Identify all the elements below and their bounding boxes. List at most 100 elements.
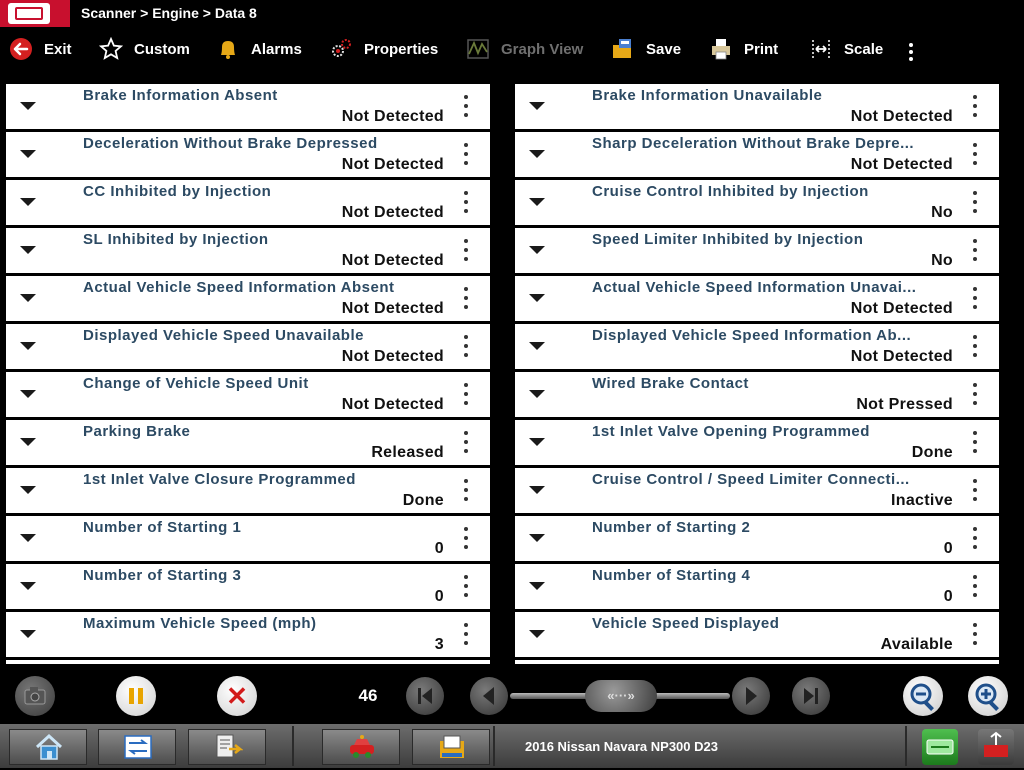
row-menu-icon[interactable]	[971, 575, 979, 601]
data-row-parking-brake[interactable]: Parking Brake Released	[6, 420, 490, 465]
data-row-vehicle-speed-displayed[interactable]: Vehicle Speed Displayed Available	[515, 612, 999, 657]
stop-button[interactable]: ✕	[217, 676, 257, 716]
expand-chevron-icon[interactable]	[529, 102, 545, 110]
row-menu-icon[interactable]	[462, 527, 470, 553]
row-menu-icon[interactable]	[971, 479, 979, 505]
zoom-in-button[interactable]	[968, 676, 1008, 716]
row-menu-icon[interactable]	[971, 287, 979, 313]
expand-chevron-icon[interactable]	[20, 198, 36, 206]
row-menu-icon[interactable]	[971, 383, 979, 409]
data-row-actual-speed-absent[interactable]: Actual Vehicle Speed Information Absent N…	[6, 276, 490, 321]
data-row-actual-speed-unavailable[interactable]: Actual Vehicle Speed Information Unavai.…	[515, 276, 999, 321]
expand-chevron-icon[interactable]	[20, 582, 36, 590]
camera-button[interactable]	[15, 676, 55, 716]
data-row-inlet-valve-closure[interactable]: 1st Inlet Valve Closure Programmed Done	[6, 468, 490, 513]
report-button[interactable]	[412, 729, 490, 765]
more-options-icon[interactable]	[902, 40, 920, 66]
data-row-change-speed-unit[interactable]: Change of Vehicle Speed Unit Not Detected	[6, 372, 490, 417]
data-row-displayed-speed-absent[interactable]: Displayed Vehicle Speed Information Ab..…	[515, 324, 999, 369]
row-menu-icon[interactable]	[971, 143, 979, 169]
vci-connection-button[interactable]	[922, 729, 958, 765]
row-menu-icon[interactable]	[462, 143, 470, 169]
data-row-number-starting-2[interactable]: Number of Starting 2 0	[515, 516, 999, 561]
zoom-out-button[interactable]	[903, 676, 943, 716]
row-menu-icon[interactable]	[971, 431, 979, 457]
data-row-brake-information-absent[interactable]: Brake Information Absent Not Detected	[6, 84, 490, 129]
graph-view-button[interactable]: Graph View	[465, 28, 583, 70]
save-button[interactable]: Save	[610, 28, 681, 70]
previous-frame-button[interactable]	[470, 677, 508, 715]
data-row-brake-information-unavailable[interactable]: Brake Information Unavailable Not Detecte…	[515, 84, 999, 129]
row-menu-icon[interactable]	[462, 287, 470, 313]
print-button[interactable]: Print	[708, 28, 778, 70]
graph-view-label: Graph View	[501, 40, 584, 58]
expand-chevron-icon[interactable]	[20, 150, 36, 158]
expand-chevron-icon[interactable]	[529, 630, 545, 638]
row-menu-icon[interactable]	[971, 527, 979, 553]
scale-button[interactable]: Scale	[808, 28, 883, 70]
pause-button[interactable]	[116, 676, 156, 716]
switch-view-button[interactable]	[98, 729, 176, 765]
home-button[interactable]	[9, 729, 87, 765]
data-list-button[interactable]	[188, 729, 266, 765]
data-row-displayed-speed-unavailable[interactable]: Displayed Vehicle Speed Unavailable Not D…	[6, 324, 490, 369]
expand-chevron-icon[interactable]	[20, 534, 36, 542]
expand-chevron-icon[interactable]	[20, 294, 36, 302]
app-logo[interactable]	[0, 0, 70, 27]
expand-chevron-icon[interactable]	[529, 198, 545, 206]
data-row-cc-sl-connection[interactable]: Cruise Control / Speed Limiter Connecti.…	[515, 468, 999, 513]
expand-chevron-icon[interactable]	[529, 294, 545, 302]
data-row-deceleration-without-brake[interactable]: Deceleration Without Brake Depressed Not …	[6, 132, 490, 177]
row-menu-icon[interactable]	[462, 239, 470, 265]
first-frame-button[interactable]	[406, 677, 444, 715]
data-row-number-starting-4[interactable]: Number of Starting 4 0	[515, 564, 999, 609]
data-row-inlet-valve-opening[interactable]: 1st Inlet Valve Opening Programmed Done	[515, 420, 999, 465]
expand-chevron-icon[interactable]	[529, 246, 545, 254]
expand-chevron-icon[interactable]	[20, 486, 36, 494]
row-menu-icon[interactable]	[462, 431, 470, 457]
data-row-wired-brake-contact[interactable]: Wired Brake Contact Not Pressed	[515, 372, 999, 417]
vehicle-button[interactable]	[322, 729, 400, 765]
data-row-speed-limiter-inhibited[interactable]: Speed Limiter Inhibited by Injection No	[515, 228, 999, 273]
data-row-sl-inhibited[interactable]: SL Inhibited by Injection Not Detected	[6, 228, 490, 273]
row-menu-icon[interactable]	[971, 623, 979, 649]
row-menu-icon[interactable]	[971, 335, 979, 361]
row-menu-icon[interactable]	[462, 623, 470, 649]
data-row-max-vehicle-speed[interactable]: Maximum Vehicle Speed (mph) 3	[6, 612, 490, 657]
usb-device-button[interactable]	[978, 729, 1014, 765]
expand-chevron-icon[interactable]	[529, 534, 545, 542]
row-menu-icon[interactable]	[462, 383, 470, 409]
data-row-number-starting-1[interactable]: Number of Starting 1 0	[6, 516, 490, 561]
last-frame-button[interactable]	[792, 677, 830, 715]
alarms-button[interactable]: Alarms	[215, 28, 302, 70]
expand-chevron-icon[interactable]	[529, 390, 545, 398]
expand-chevron-icon[interactable]	[20, 438, 36, 446]
row-menu-icon[interactable]	[462, 335, 470, 361]
row-menu-icon[interactable]	[462, 191, 470, 217]
data-row-cc-inhibited[interactable]: CC Inhibited by Injection Not Detected	[6, 180, 490, 225]
expand-chevron-icon[interactable]	[20, 342, 36, 350]
expand-chevron-icon[interactable]	[529, 486, 545, 494]
expand-chevron-icon[interactable]	[20, 246, 36, 254]
expand-chevron-icon[interactable]	[529, 582, 545, 590]
properties-button[interactable]: Properties	[328, 28, 438, 70]
expand-chevron-icon[interactable]	[529, 342, 545, 350]
expand-chevron-icon[interactable]	[20, 102, 36, 110]
data-row-number-starting-3[interactable]: Number of Starting 3 0	[6, 564, 490, 609]
data-row-sharp-deceleration[interactable]: Sharp Deceleration Without Brake Depre..…	[515, 132, 999, 177]
row-menu-icon[interactable]	[462, 95, 470, 121]
next-frame-button[interactable]	[732, 677, 770, 715]
expand-chevron-icon[interactable]	[20, 390, 36, 398]
row-menu-icon[interactable]	[971, 239, 979, 265]
custom-button[interactable]: Custom	[98, 28, 190, 70]
row-menu-icon[interactable]	[971, 95, 979, 121]
expand-chevron-icon[interactable]	[529, 150, 545, 158]
row-menu-icon[interactable]	[462, 575, 470, 601]
row-menu-icon[interactable]	[971, 191, 979, 217]
frame-slider-thumb[interactable]: «···»	[585, 680, 657, 712]
exit-button[interactable]: Exit	[8, 28, 72, 70]
row-menu-icon[interactable]	[462, 479, 470, 505]
data-row-cruise-control-inhibited[interactable]: Cruise Control Inhibited by Injection No	[515, 180, 999, 225]
expand-chevron-icon[interactable]	[529, 438, 545, 446]
expand-chevron-icon[interactable]	[20, 630, 36, 638]
